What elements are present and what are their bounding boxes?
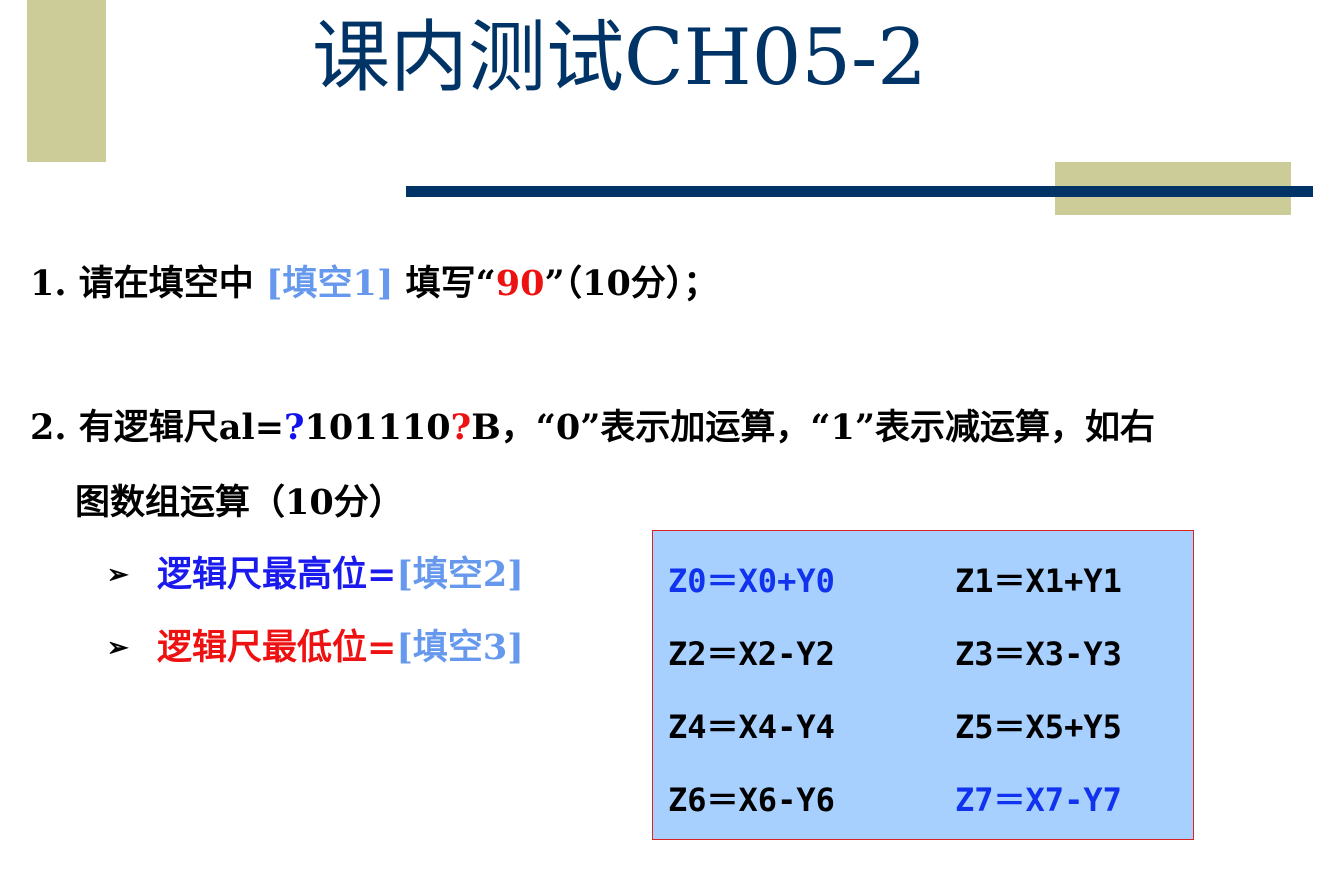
- question-1-middle: 填写“: [393, 263, 496, 304]
- question-1-prefix: 1. 请在填空中: [30, 263, 266, 304]
- blank-3-placeholder: [填空3]: [396, 627, 524, 668]
- formula-z4: Z4＝X4-Y4: [668, 708, 835, 746]
- formula-z1: Z1＝X1+Y1: [955, 562, 1122, 600]
- bullet-lowest-bit-label: 逻辑尺最低位=: [157, 627, 397, 668]
- answer-value: 90: [495, 263, 545, 304]
- question-1: 1. 请在填空中 [填空1] 填写“90”（10分）；: [30, 262, 718, 306]
- decorative-accent-bar-left: [27, 0, 106, 162]
- formula-z2: Z2＝X2-Y2: [668, 635, 835, 673]
- question-2-text-c: B，“0”表示加运算，“1”表示减运算，如右: [471, 407, 1156, 448]
- arrow-bullet-icon: ➢: [107, 560, 129, 590]
- question-2-line-1: 2. 有逻辑尺al=?101110?B，“0”表示加运算，“1”表示减运算，如右: [30, 406, 1155, 450]
- formula-z5: Z5＝X5+Y5: [955, 708, 1122, 746]
- question-2-line-2: 图数组运算（10分）: [75, 482, 404, 523]
- question-1-suffix: ”（10分）；: [544, 263, 719, 304]
- bullet-lowest-bit: ➢ 逻辑尺最低位=[填空3]: [107, 626, 524, 670]
- bullet-highest-bit: ➢ 逻辑尺最高位=[填空2]: [107, 553, 524, 597]
- formula-z6: Z6＝X6-Y6: [668, 781, 835, 819]
- question-2-text-a: 2. 有逻辑尺al=: [30, 407, 285, 448]
- formula-z7: Z7＝X7-Y7: [955, 781, 1122, 819]
- slide-title: 课内测试CH05-2: [312, 13, 927, 103]
- title-underline-rule: [406, 186, 1313, 197]
- formula-z0: Z0＝X0+Y0: [668, 562, 835, 600]
- arrow-bullet-icon: ➢: [107, 633, 129, 663]
- blank-2-placeholder: [填空2]: [396, 554, 524, 595]
- blank-1-placeholder: [填空1]: [265, 263, 394, 304]
- question-2-bits: 101110: [304, 407, 451, 448]
- unknown-bit-low: ?: [450, 407, 472, 448]
- formula-z3: Z3＝X3-Y3: [955, 635, 1122, 673]
- formula-box: Z0＝X0+Y0 Z1＝X1+Y1 Z2＝X2-Y2 Z3＝X3-Y3 Z4＝X…: [652, 530, 1194, 840]
- bullet-highest-bit-label: 逻辑尺最高位=: [157, 554, 397, 595]
- unknown-bit-high: ?: [284, 407, 305, 448]
